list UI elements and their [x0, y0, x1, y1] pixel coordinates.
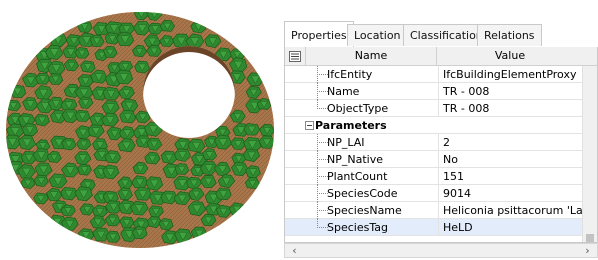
- property-row-speciescode[interactable]: SpeciesCode 9014: [285, 185, 583, 202]
- property-rows: IfcEntity IfcBuildingElementProxy Name T…: [285, 66, 583, 236]
- category-value: [438, 117, 583, 134]
- property-row-name[interactable]: Name TR - 008: [285, 83, 583, 100]
- property-row-speciestag[interactable]: SpeciesTag HeLD: [285, 219, 583, 236]
- property-row-np-lai[interactable]: NP_LAI 2: [285, 134, 583, 151]
- property-name: SpeciesName: [327, 204, 402, 217]
- property-name: PlantCount: [327, 170, 388, 183]
- property-value: IfcBuildingElementProxy: [438, 66, 583, 83]
- property-value: HeLD: [438, 219, 583, 236]
- property-value: Heliconia psittacorum 'Lady Di': [438, 202, 583, 219]
- property-name: SpeciesTag: [327, 221, 388, 234]
- tab-strip: Properties Location Classification Relat…: [284, 21, 598, 48]
- property-name: NP_Native: [327, 153, 383, 166]
- property-value: 151: [438, 168, 583, 185]
- property-row-ifcentity[interactable]: IfcEntity IfcBuildingElementProxy: [285, 66, 583, 83]
- property-value: TR - 008: [438, 100, 583, 117]
- categorized-sort-icon[interactable]: [287, 49, 303, 63]
- property-value: TR - 008: [438, 83, 583, 100]
- category-name: Parameters: [315, 119, 387, 132]
- property-value: 9014: [438, 185, 583, 202]
- property-name: IfcEntity: [327, 68, 373, 81]
- planter-model[interactable]: [0, 0, 282, 260]
- properties-panel: Properties Location Classification Relat…: [284, 21, 598, 260]
- property-row-np-native[interactable]: NP_Native No: [285, 151, 583, 168]
- arrow-right-icon[interactable]: ›: [580, 244, 595, 257]
- tab-location[interactable]: Location: [347, 24, 408, 46]
- 3d-viewport[interactable]: [0, 0, 282, 260]
- arrow-left-icon[interactable]: ‹: [287, 244, 302, 257]
- property-grid[interactable]: Name Value IfcEntity IfcBuildingElementP…: [284, 47, 598, 243]
- category-row-parameters[interactable]: Parameters: [285, 117, 583, 134]
- property-value: 2: [438, 134, 583, 151]
- property-name: ObjectType: [327, 102, 389, 115]
- property-value: No: [438, 151, 583, 168]
- column-header-name[interactable]: Name: [305, 47, 437, 65]
- property-name: SpeciesCode: [327, 187, 398, 200]
- horizontal-scrollbar[interactable]: ‹ ›: [284, 243, 598, 258]
- property-name: NP_LAI: [327, 136, 365, 149]
- column-header-value[interactable]: Value: [437, 47, 583, 65]
- vertical-scrollbar[interactable]: [582, 66, 597, 242]
- tab-relations[interactable]: Relations: [477, 24, 542, 46]
- property-row-objecttype[interactable]: ObjectType TR - 008: [285, 100, 583, 117]
- property-name: Name: [327, 85, 360, 98]
- collapse-icon[interactable]: [305, 121, 314, 130]
- property-row-speciesname[interactable]: SpeciesName Heliconia psittacorum 'Lady …: [285, 202, 583, 219]
- property-row-plantcount[interactable]: PlantCount 151: [285, 168, 583, 185]
- scrollbar-thumb[interactable]: [586, 234, 594, 242]
- tab-properties[interactable]: Properties: [284, 21, 354, 48]
- grid-header: Name Value: [285, 47, 597, 66]
